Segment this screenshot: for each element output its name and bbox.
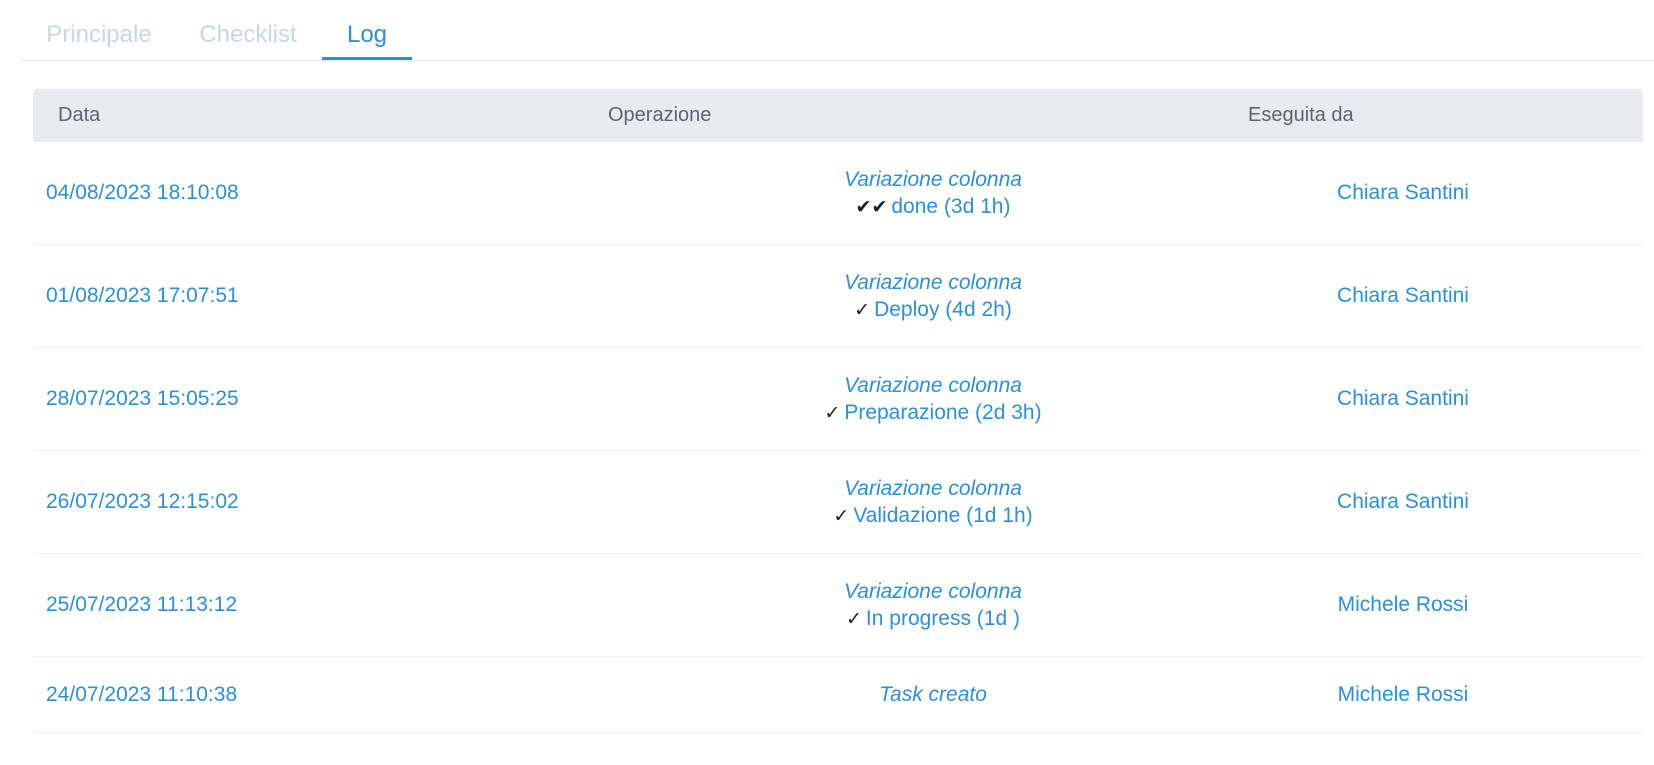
- log-operation: Variazione colonna ✓ In progress (1d ): [633, 554, 1233, 656]
- table-row: 28/07/2023 15:05:25 Variazione colonna ✓…: [33, 348, 1643, 451]
- operation-title: Variazione colonna: [844, 579, 1022, 603]
- operation-detail-text: In progress (1d ): [865, 606, 1020, 630]
- operation-detail-text: Validazione (1d 1h): [853, 503, 1033, 527]
- check-icon: ✓: [824, 402, 841, 424]
- check-icon: ✓: [833, 505, 850, 527]
- operation-detail-text: done (3d 1h): [891, 194, 1011, 218]
- operation-title: Variazione colonna: [844, 270, 1022, 294]
- table-row: 25/07/2023 11:13:12 Variazione colonna ✓…: [33, 554, 1643, 657]
- operation-detail: ✔✔ done (3d 1h): [856, 193, 1011, 221]
- log-executed-by[interactable]: Chiara Santini: [1303, 142, 1503, 244]
- log-executed-by[interactable]: Chiara Santini: [1303, 348, 1503, 450]
- operation-detail: ✓ Deploy (4d 2h): [854, 296, 1012, 324]
- log-operation: Variazione colonna ✓ Deploy (4d 2h): [633, 245, 1233, 347]
- operation-title: Task creato: [879, 683, 987, 706]
- log-date[interactable]: 28/07/2023 15:05:25: [46, 348, 239, 450]
- log-executed-by[interactable]: Chiara Santini: [1303, 245, 1503, 347]
- column-header-operation[interactable]: Operazione: [608, 89, 711, 142]
- log-date[interactable]: 01/08/2023 17:07:51: [46, 245, 239, 347]
- operation-title: Variazione colonna: [844, 476, 1022, 500]
- log-table: Data Operazione Eseguita da 04/08/2023 1…: [33, 89, 1643, 733]
- log-operation: Variazione colonna ✔✔ done (3d 1h): [633, 142, 1233, 244]
- column-header-executed-by[interactable]: Eseguita da: [1248, 89, 1354, 142]
- log-operation: Task creato: [633, 657, 1233, 732]
- log-date[interactable]: 04/08/2023 18:10:08: [46, 142, 239, 244]
- log-executed-by[interactable]: Chiara Santini: [1303, 451, 1503, 553]
- log-date[interactable]: 25/07/2023 11:13:12: [46, 554, 237, 656]
- table-row: 04/08/2023 18:10:08 Variazione colonna ✔…: [33, 142, 1643, 245]
- log-date[interactable]: 26/07/2023 12:15:02: [46, 451, 239, 553]
- table-row: 01/08/2023 17:07:51 Variazione colonna ✓…: [33, 245, 1643, 348]
- table-row: 26/07/2023 12:15:02 Variazione colonna ✓…: [33, 451, 1643, 554]
- log-date[interactable]: 24/07/2023 11:10:38: [46, 657, 237, 732]
- log-executed-by[interactable]: Michele Rossi: [1303, 657, 1503, 732]
- operation-title: Variazione colonna: [844, 167, 1022, 191]
- tab-checklist[interactable]: Checklist: [196, 0, 300, 60]
- table-row: 24/07/2023 11:10:38 Task creato Michele …: [33, 657, 1643, 733]
- operation-detail: ✓ Preparazione (2d 3h): [824, 399, 1041, 427]
- table-header: Data Operazione Eseguita da: [33, 89, 1643, 142]
- check-icon: ✓: [846, 608, 862, 630]
- operation-title: Variazione colonna: [844, 373, 1022, 397]
- double-check-icon: ✔✔: [855, 196, 888, 218]
- log-operation: Variazione colonna ✓ Validazione (1d 1h): [633, 451, 1233, 553]
- log-operation: Variazione colonna ✓ Preparazione (2d 3h): [633, 348, 1233, 450]
- column-header-date[interactable]: Data: [58, 89, 100, 142]
- operation-detail-text: Deploy (4d 2h): [874, 297, 1012, 321]
- check-icon: ✓: [854, 299, 871, 321]
- tab-log[interactable]: Log: [322, 0, 412, 60]
- tab-principale[interactable]: Principale: [44, 0, 154, 60]
- operation-detail: ✓ In progress (1d ): [846, 605, 1020, 633]
- tab-bar: Principale Checklist Log: [20, 0, 1654, 61]
- log-executed-by[interactable]: Michele Rossi: [1303, 554, 1503, 656]
- operation-detail-text: Preparazione (2d 3h): [844, 400, 1042, 424]
- operation-detail: ✓ Validazione (1d 1h): [833, 502, 1032, 530]
